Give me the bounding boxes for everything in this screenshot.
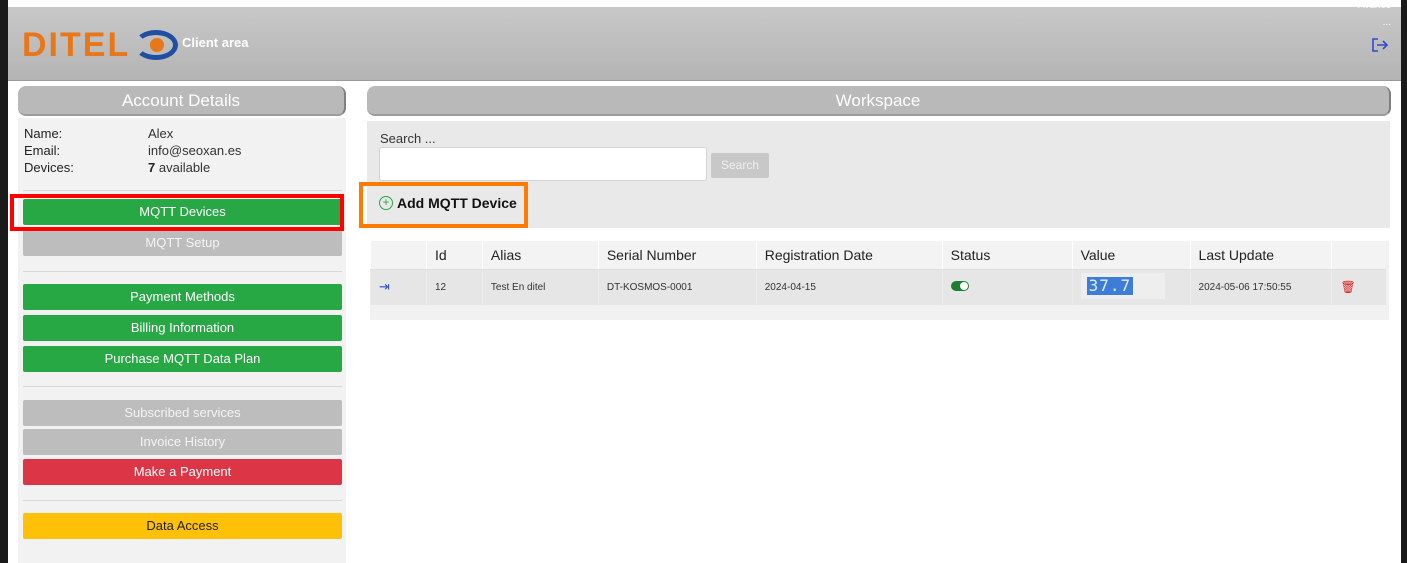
login-enter-icon[interactable]: ⇥ xyxy=(379,279,390,294)
ditel-logo[interactable]: DITEL xyxy=(22,25,179,65)
sidebar: Name: Alex Email: info@seoxan.es Devices: 7… xyxy=(18,118,346,563)
devices-suffix: available xyxy=(158,160,211,175)
column-header-alias[interactable]: Alias xyxy=(481,241,599,270)
cell-id: 12 xyxy=(425,269,483,305)
corner-dots: ... xyxy=(1382,17,1391,28)
payment-methods-button[interactable]: Payment Methods xyxy=(23,284,342,310)
cell-status xyxy=(941,269,1073,305)
corner-label: Avarios xyxy=(1357,0,1391,11)
column-header-registration-date[interactable]: Registration Date xyxy=(755,241,943,270)
table-header-row: Id Alias Serial Number Registration Date… xyxy=(370,241,1386,270)
cell-value: 37.7 xyxy=(1071,269,1191,305)
search-button[interactable]: Search xyxy=(711,153,769,178)
cell-last-update: 2024-05-06 17:50:55 xyxy=(1189,269,1332,305)
trash-icon[interactable]: 🗑 xyxy=(1340,280,1355,294)
workspace-header: Workspace xyxy=(367,86,1391,116)
column-header-serial-number[interactable]: Serial Number xyxy=(597,241,757,270)
devices-table: Id Alias Serial Number Registration Date… xyxy=(370,241,1386,305)
cell-registration-date: 2024-04-15 xyxy=(755,269,943,305)
name-value: Alex xyxy=(148,126,174,141)
column-header-action xyxy=(370,241,427,270)
logo-mark-icon xyxy=(134,30,179,60)
devices-count: 7 xyxy=(148,160,156,175)
column-header-id[interactable]: Id xyxy=(425,241,483,270)
delete-cell: 🗑 xyxy=(1331,269,1386,305)
name-label: Name: xyxy=(24,126,63,141)
column-header-delete xyxy=(1331,241,1386,270)
data-access-button[interactable]: Data Access xyxy=(23,513,342,539)
column-header-value[interactable]: Value xyxy=(1071,241,1191,270)
column-header-status[interactable]: Status xyxy=(941,241,1073,270)
column-header-last-update[interactable]: Last Update xyxy=(1189,241,1332,270)
highlight-mqtt-devices xyxy=(10,194,344,231)
mqtt-setup-button[interactable]: MQTT Setup xyxy=(23,230,342,256)
info-name-row: Name: Alex xyxy=(24,126,173,141)
top-header: DITEL Client area Avarios ... xyxy=(8,0,1401,81)
purchase-data-plan-button[interactable]: Purchase MQTT Data Plan xyxy=(23,346,342,372)
divider xyxy=(23,500,342,501)
email-value: info@seoxan.es xyxy=(148,143,242,158)
search-label: Search ... xyxy=(380,131,436,146)
info-email-row: Email: info@seoxan.es xyxy=(24,143,241,158)
billing-information-button[interactable]: Billing Information xyxy=(23,315,342,341)
devices-table-container: Id Alias Serial Number Registration Date… xyxy=(370,241,1389,320)
logout-icon[interactable] xyxy=(1371,37,1389,53)
email-label: Email: xyxy=(24,143,61,158)
value-number: 37.7 xyxy=(1086,275,1134,295)
table-row[interactable]: ⇥ 12 Test En ditel DT-KOSMOS-0001 2024-0… xyxy=(370,269,1386,305)
divider xyxy=(23,386,342,387)
cell-serial-number: DT-KOSMOS-0001 xyxy=(597,269,757,305)
subscribed-services-button[interactable]: Subscribed services xyxy=(23,400,342,426)
make-payment-button[interactable]: Make a Payment xyxy=(23,459,342,485)
devices-label: Devices: xyxy=(24,160,74,175)
open-device-cell: ⇥ xyxy=(370,269,427,305)
status-toggle[interactable] xyxy=(950,280,969,291)
app-window: DITEL Client area Avarios ... Account De… xyxy=(0,0,1407,563)
window-border-left xyxy=(0,0,8,563)
invoice-history-button[interactable]: Invoice History xyxy=(23,429,342,455)
divider xyxy=(23,271,342,272)
value-display: 37.7 xyxy=(1080,272,1165,299)
divider xyxy=(23,190,342,191)
search-input[interactable] xyxy=(379,147,707,181)
info-devices-row: Devices: 7 available xyxy=(24,160,210,175)
account-details-header: Account Details xyxy=(18,86,346,116)
logo-text: DITEL xyxy=(22,25,131,64)
client-area-label: Client area xyxy=(182,35,249,50)
cell-alias: Test En ditel xyxy=(481,269,599,305)
highlight-add-mqtt-device xyxy=(359,182,528,228)
window-border-right xyxy=(1401,0,1407,563)
